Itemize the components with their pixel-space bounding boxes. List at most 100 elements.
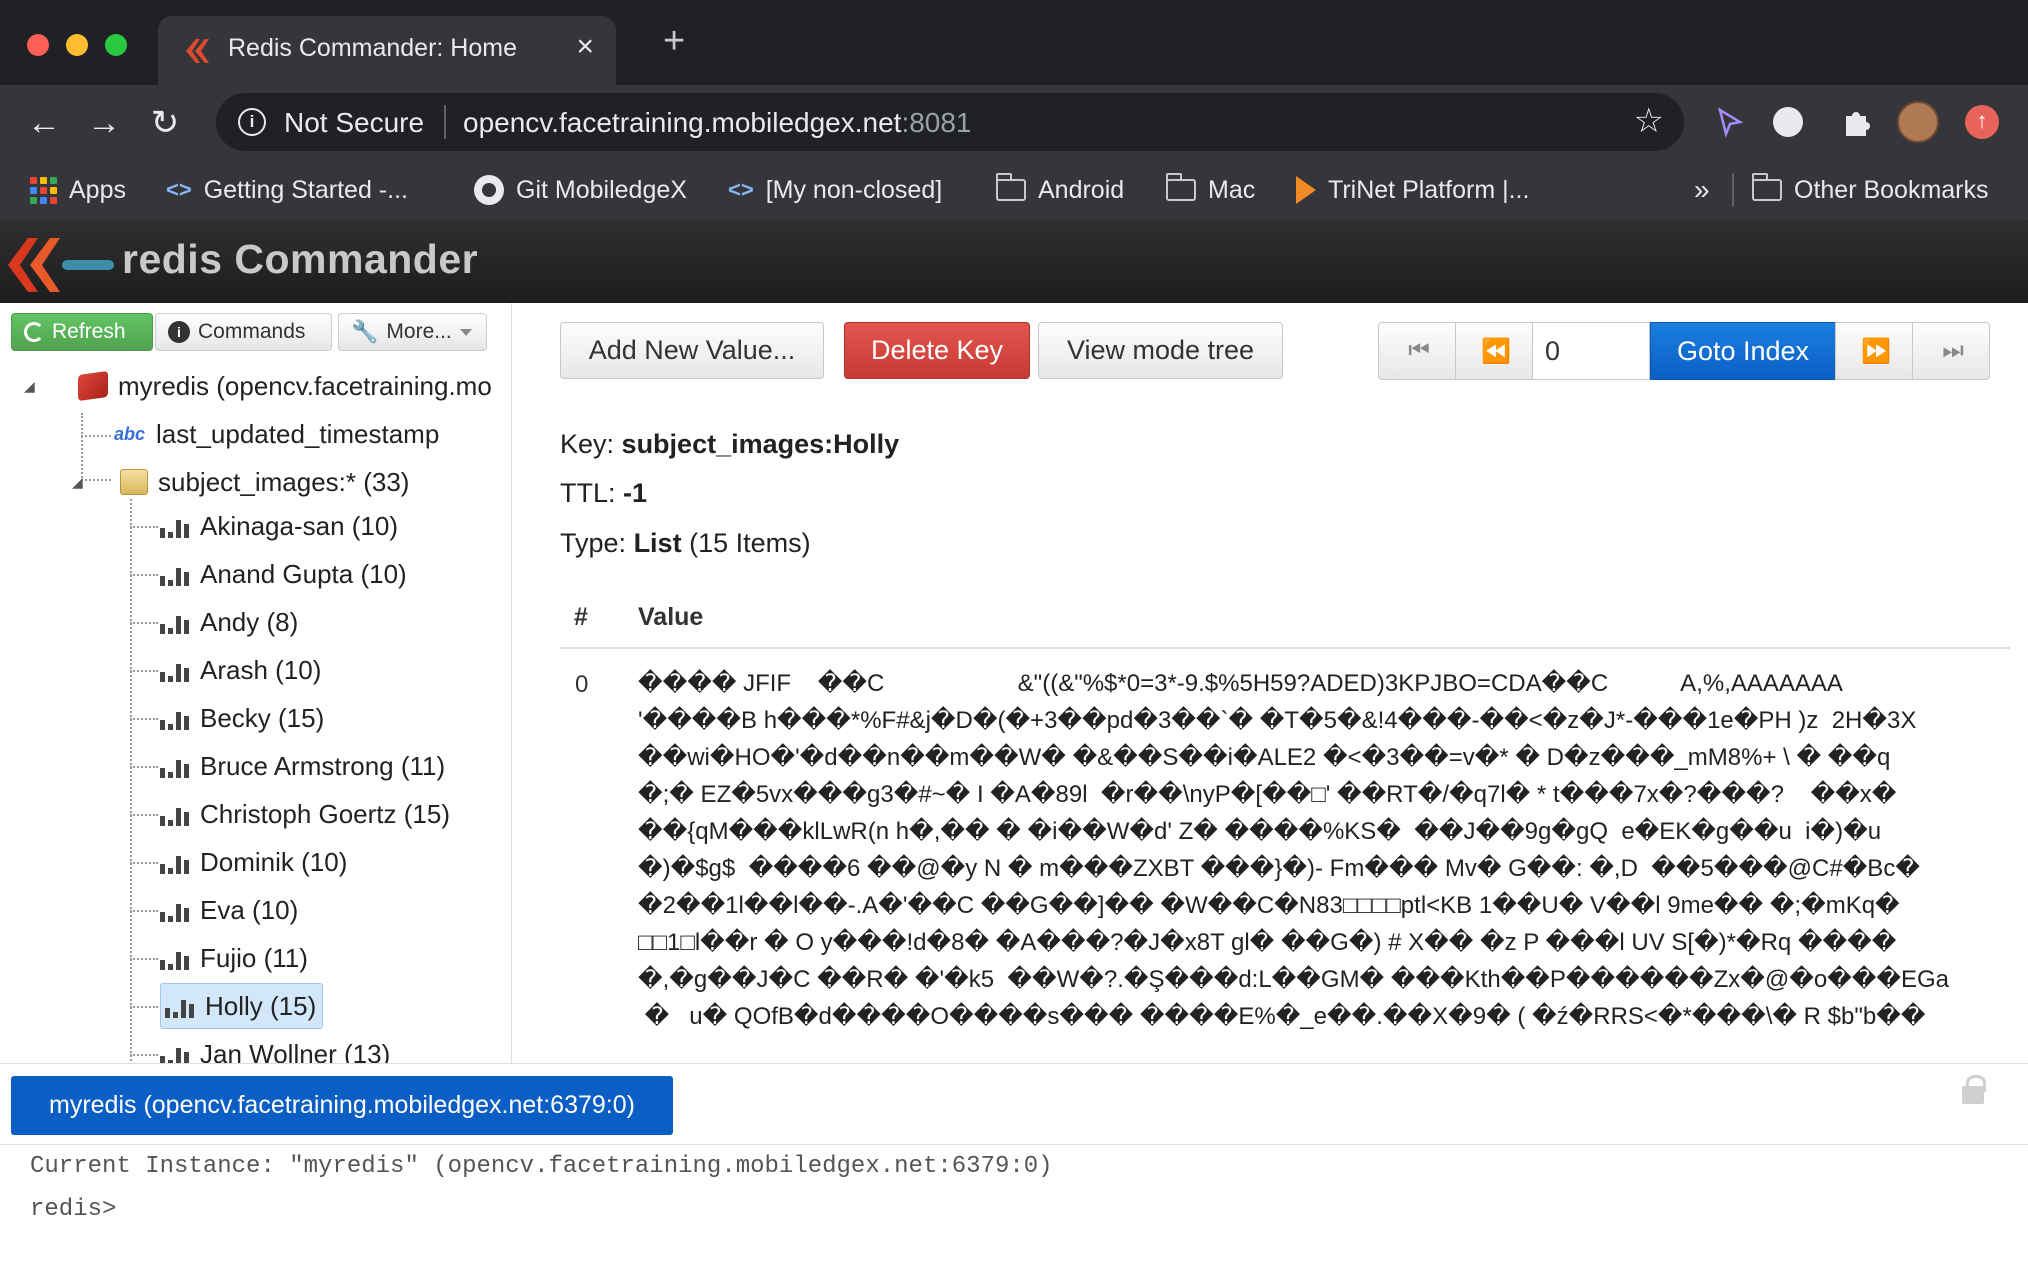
key-name-line: Key: subject_images:Holly: [560, 429, 899, 460]
tree-node-subject[interactable]: Holly (15): [160, 983, 324, 1029]
reload-icon[interactable]: ↻: [143, 101, 187, 145]
tree-node-last-updated-timestamp[interactable]: abc last_updated_timestamp: [114, 414, 439, 454]
tree-node-subject[interactable]: Christoph Goertz (15): [160, 794, 450, 834]
list-key-icon: [160, 514, 190, 538]
close-tab-icon[interactable]: ×: [576, 30, 594, 64]
forward-arrow-icon[interactable]: →: [82, 101, 126, 145]
back-arrow-icon[interactable]: ←: [22, 101, 66, 145]
refresh-button[interactable]: Refresh: [11, 313, 153, 351]
tree-guide: [130, 910, 158, 912]
tree-node-label: Anand Gupta (10): [200, 558, 407, 589]
new-tab-button[interactable]: +: [663, 22, 685, 60]
collapse-toggle-icon[interactable]: ◢: [24, 378, 38, 395]
bookmark-label: Git MobiledgeX: [516, 175, 687, 204]
tree-node-subject[interactable]: Becky (15): [160, 698, 324, 738]
bookmark-mac[interactable]: Mac: [1166, 171, 1255, 209]
update-arrow-icon[interactable]: ↑: [1965, 105, 1999, 139]
trinet-icon: [1296, 176, 1316, 204]
first-page-icon[interactable]: ⏮: [1378, 322, 1456, 380]
cursor-extension-icon[interactable]: [1712, 104, 1748, 140]
row-value-binary[interactable]: ���� JFIF ��C &"((&"%$*0=3*-9.$%5H59?ADE…: [638, 665, 2028, 1035]
profile-avatar[interactable]: [1897, 101, 1939, 143]
value-text-line: '����B h���*%F#&j�D�(�+3��pd�3��`� �T�5�…: [638, 707, 1917, 734]
bookmarks-separator: [1732, 173, 1734, 207]
value-text-line: �)�$g$ ����6 ��@�y N � m���ZXBT ���}�)- …: [638, 855, 1920, 882]
console-prompt[interactable]: redis>: [30, 1196, 116, 1223]
bookmark-other[interactable]: Other Bookmarks: [1752, 171, 1989, 209]
browser-tab-bar: Redis Commander: Home × +: [0, 0, 2028, 85]
goto-index-button[interactable]: Goto Index: [1650, 322, 1836, 380]
tree-node-subject[interactable]: Andy (8): [160, 602, 298, 642]
bookmark-star-icon[interactable]: ☆: [1634, 101, 1664, 141]
tree-node-label: subject_images:* (33): [158, 466, 410, 497]
key-label: Key:: [560, 429, 615, 459]
view-mode-tree-button[interactable]: View mode tree: [1038, 322, 1283, 379]
tree-node-root[interactable]: ◢ myredis (opencv.facetraining.mo: [24, 366, 492, 406]
last-page-icon[interactable]: ⏭: [1912, 322, 1990, 380]
tree-node-label: Christoph Goertz (15): [200, 798, 450, 829]
tree-node-label: Becky (15): [200, 702, 325, 733]
tree-node-subject[interactable]: Anand Gupta (10): [160, 554, 407, 594]
tree-guide: [130, 814, 158, 816]
extension-circle-icon[interactable]: [1773, 107, 1803, 137]
add-new-value-button[interactable]: Add New Value...: [560, 322, 824, 379]
more-dropdown-button[interactable]: 🔧 More...: [338, 313, 487, 351]
tree-guide: [130, 766, 158, 768]
bookmark-git-mobiledgex[interactable]: Git MobiledgeX: [474, 171, 687, 209]
collapse-toggle-icon[interactable]: ◢: [72, 474, 86, 491]
tree-node-subject[interactable]: Dominik (10): [160, 842, 347, 882]
app-title: redis Commander: [122, 236, 479, 282]
tree-node-subject[interactable]: Jan Wollner (13): [160, 1034, 390, 1063]
close-window-button[interactable]: [27, 34, 49, 56]
minimize-window-button[interactable]: [66, 34, 88, 56]
tree-node-subject[interactable]: Akinaga-san (10): [160, 506, 398, 546]
security-label[interactable]: Not Secure: [284, 107, 424, 139]
bookmark-apps[interactable]: Apps: [30, 171, 126, 209]
bookmark-label: Android: [1038, 175, 1125, 204]
maximize-window-button[interactable]: [105, 34, 127, 56]
chevron-down-icon: [459, 328, 472, 336]
url-text[interactable]: opencv.facetraining.mobiledgex.net:8081: [463, 107, 972, 139]
extensions-puzzle-icon[interactable]: [1838, 104, 1874, 140]
bookmark-trinet[interactable]: TriNet Platform |...: [1296, 171, 1529, 209]
index-input[interactable]: [1532, 322, 1650, 380]
tree-node-subject[interactable]: Eva (10): [160, 890, 298, 930]
more-bookmarks-chevron-icon[interactable]: »: [1694, 171, 1710, 209]
list-key-icon: [160, 898, 190, 922]
bookmark-getting-started[interactable]: <> Getting Started -...: [166, 171, 408, 209]
type-line: Type: List (15 Items): [560, 528, 811, 559]
tree-node-label: Akinaga-san (10): [200, 510, 398, 541]
value-text-line: �,�g��J�C ��R� �'�k5 ��W�?.�Ş���d:L��GM�…: [638, 966, 1950, 993]
ttl-label: TTL:: [560, 478, 616, 508]
value-text-line: □□1□l��r � O y���!d�8� �A���?�J�x8T gl� …: [638, 929, 1897, 956]
previous-page-icon[interactable]: ⏪: [1455, 322, 1533, 380]
lock-icon[interactable]: [1962, 1075, 1986, 1104]
browser-tab-active[interactable]: Redis Commander: Home ×: [158, 16, 616, 85]
tree-node-subject[interactable]: Bruce Armstrong (11): [160, 746, 445, 786]
tree-guide: [130, 574, 158, 576]
key-tree-sidebar: Refresh i Commands 🔧 More... ◢ myredis (…: [0, 303, 512, 1063]
bookmark-android[interactable]: Android: [996, 171, 1124, 209]
tree-node-subject[interactable]: Arash (10): [160, 650, 321, 690]
tree-node-subject-images[interactable]: ◢ subject_images:* (33): [72, 462, 409, 502]
redis-console[interactable]: Current Instance: "myredis" (opencv.face…: [0, 1145, 2028, 1262]
link-icon: <>: [166, 177, 192, 202]
value-text-line: ���� JFIF ��C &"((&"%$*0=3*-9.$%5H59?ADE…: [638, 670, 1843, 697]
bookmark-non-closed[interactable]: <> [My non-closed]: [728, 171, 942, 209]
connection-button[interactable]: myredis (opencv.facetraining.mobiledgex.…: [11, 1076, 673, 1135]
tree-node-label: Eva (10): [200, 894, 299, 925]
tree-node-label: Arash (10): [200, 654, 322, 685]
address-bar[interactable]: i Not Secure opencv.facetraining.mobiled…: [216, 93, 1684, 151]
bookmark-label: Mac: [1208, 175, 1256, 204]
commands-button[interactable]: i Commands: [155, 313, 332, 351]
ttl-value: -1: [623, 478, 648, 508]
site-info-icon[interactable]: i: [238, 108, 266, 136]
next-page-icon[interactable]: ⏩: [1835, 322, 1913, 380]
delete-key-button[interactable]: Delete Key: [844, 322, 1030, 379]
info-icon: i: [168, 321, 190, 343]
value-text-line: � u� QOfB�d����O����s��� ����E%�_e��.��X…: [638, 1003, 1926, 1030]
tree-guide: [130, 958, 158, 960]
tree-node-subject[interactable]: Fujio (11): [160, 938, 308, 978]
ttl-line: TTL: -1: [560, 478, 647, 509]
folder-icon: [1166, 173, 1196, 201]
